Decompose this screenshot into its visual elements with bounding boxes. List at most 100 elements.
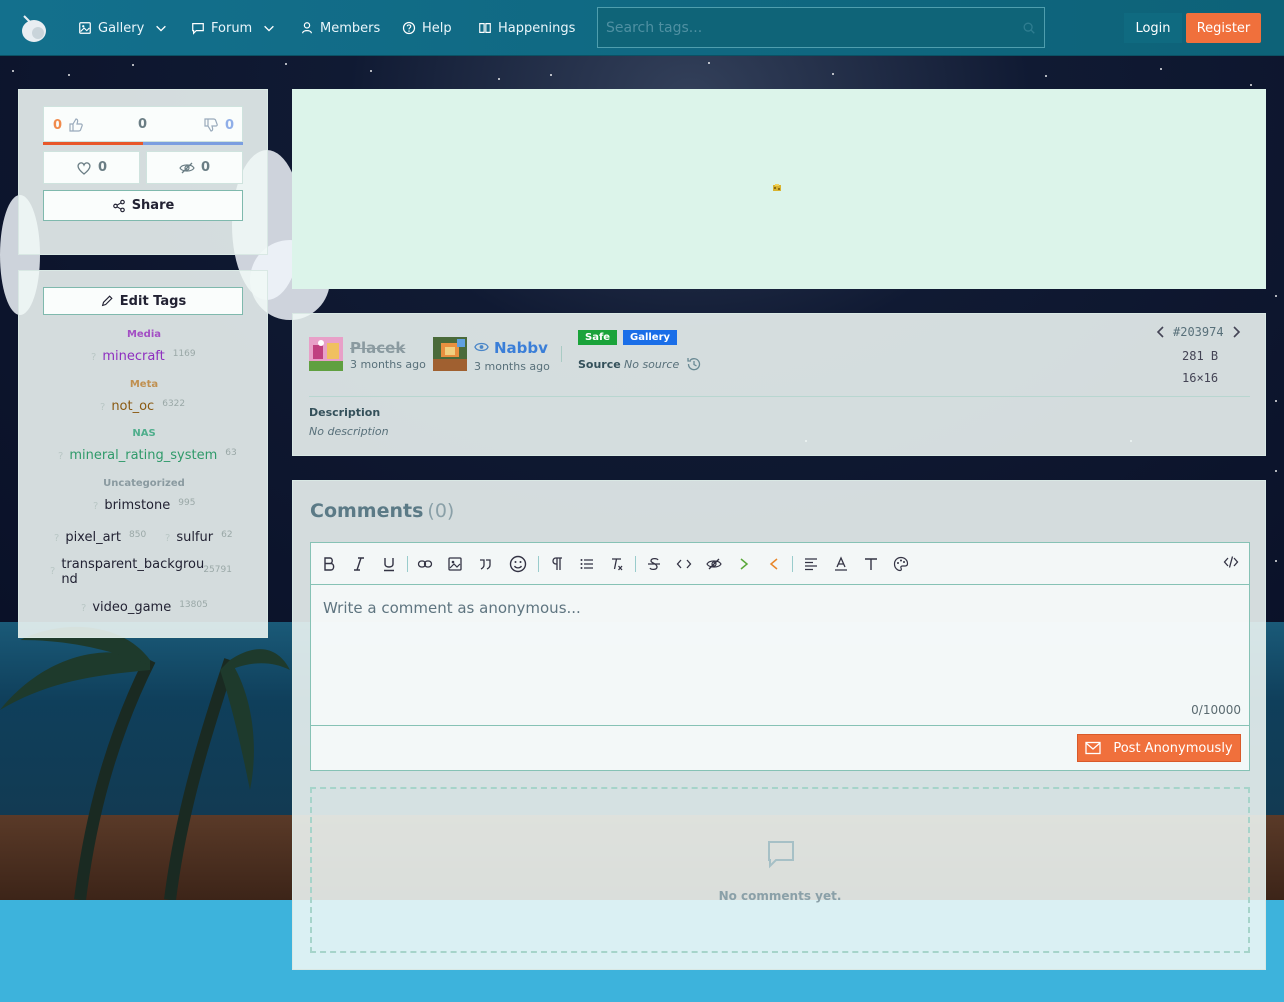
underline-icon[interactable] bbox=[381, 556, 397, 572]
tag-name[interactable]: brimstone bbox=[104, 498, 170, 513]
image-icon[interactable] bbox=[447, 556, 463, 572]
source-code-toggle-icon[interactable] bbox=[1223, 554, 1239, 570]
emoji-icon[interactable] bbox=[509, 555, 527, 573]
tag-item[interactable]: ? sulfur 62 bbox=[165, 530, 233, 545]
palette-icon[interactable] bbox=[893, 556, 909, 572]
paragraph-icon[interactable] bbox=[549, 556, 565, 572]
tag-help-icon[interactable]: ? bbox=[50, 566, 55, 577]
tag-item[interactable]: ? pixel_art 850 bbox=[54, 530, 146, 545]
post-anonymously-label: Post Anonymously bbox=[1113, 740, 1233, 756]
align-icon[interactable] bbox=[803, 556, 819, 572]
uploader-name[interactable]: Placek bbox=[350, 339, 405, 357]
upvote-button[interactable]: 0 bbox=[53, 117, 84, 133]
font-size-icon[interactable] bbox=[863, 556, 879, 572]
thumbs-up-icon bbox=[69, 118, 83, 132]
post-anonymously-button[interactable]: Post Anonymously bbox=[1077, 734, 1241, 762]
image-viewer[interactable] bbox=[292, 89, 1266, 289]
tag-help-icon[interactable]: ? bbox=[93, 501, 98, 512]
tag-name-line-1: transparent_backgrou bbox=[61, 557, 205, 572]
nav-members-label: Members bbox=[320, 20, 381, 36]
thumbs-down-icon bbox=[204, 118, 218, 132]
tag-item[interactable]: ? minecraft 1169 bbox=[91, 349, 196, 364]
pencil-icon bbox=[101, 295, 113, 307]
tag-item[interactable]: ? not_oc 6322 bbox=[100, 399, 185, 414]
nav-gallery[interactable]: Gallery bbox=[78, 18, 168, 38]
site-logo-icon[interactable] bbox=[18, 12, 50, 44]
tag-name[interactable]: sulfur bbox=[176, 530, 213, 545]
tag-category-media: Media bbox=[126, 329, 162, 340]
tag-name[interactable]: not_oc bbox=[111, 399, 154, 414]
uploader-avatar[interactable] bbox=[309, 337, 343, 371]
nav-forum[interactable]: Forum bbox=[191, 18, 276, 38]
tag-count: 850 bbox=[129, 530, 147, 540]
editor-avatar[interactable] bbox=[433, 337, 467, 371]
tag-name[interactable]: video_game bbox=[92, 600, 171, 615]
orangetext-icon[interactable] bbox=[766, 556, 782, 572]
tag-count: 25791 bbox=[203, 565, 232, 575]
rating-badge[interactable]: Safe bbox=[578, 330, 618, 345]
search-input[interactable] bbox=[606, 19, 1022, 36]
search-icon[interactable] bbox=[1022, 21, 1036, 35]
vote-row: 0 0 0 bbox=[43, 106, 243, 142]
list-icon[interactable] bbox=[579, 556, 595, 572]
tag-help-icon[interactable]: ? bbox=[58, 451, 63, 462]
tag-count: 62 bbox=[221, 530, 233, 540]
tag-item[interactable]: ? video_game 13805 bbox=[81, 600, 208, 615]
favorite-count: 0 bbox=[97, 160, 108, 175]
vote-score: 0 bbox=[138, 117, 148, 132]
tag-name[interactable]: minecraft bbox=[102, 349, 164, 364]
chat-bubble-icon bbox=[192, 23, 204, 35]
share-label: Share bbox=[131, 198, 175, 213]
comments-title: Comments bbox=[310, 500, 424, 522]
book-open-icon bbox=[479, 23, 491, 33]
quote-icon[interactable] bbox=[477, 556, 493, 572]
type-badge[interactable]: Gallery bbox=[623, 330, 678, 345]
link-icon[interactable] bbox=[417, 556, 433, 572]
tag-count: 13805 bbox=[179, 600, 208, 610]
login-button[interactable]: Login bbox=[1124, 13, 1182, 43]
text-color-icon[interactable] bbox=[833, 556, 849, 572]
tag-item[interactable]: ? mineral_rating_system 63 bbox=[58, 448, 237, 463]
tag-item[interactable]: ? brimstone 995 bbox=[93, 498, 195, 513]
italic-icon[interactable] bbox=[351, 556, 367, 572]
history-icon[interactable] bbox=[686, 356, 702, 372]
tag-category-uncategorized: Uncategorized bbox=[103, 478, 185, 489]
nav-members[interactable]: Members bbox=[300, 18, 380, 38]
share-button[interactable]: Share bbox=[43, 190, 243, 221]
tag-name[interactable]: pixel_art bbox=[65, 530, 121, 545]
next-image-icon[interactable] bbox=[1230, 325, 1242, 339]
downvote-button[interactable]: 0 bbox=[203, 117, 234, 133]
tags-panel: Edit Tags Media ? minecraft 1169 Meta ? … bbox=[18, 270, 268, 638]
tag-help-icon[interactable]: ? bbox=[54, 533, 59, 544]
hide-button[interactable]: 0 bbox=[146, 151, 243, 184]
tag-help-icon[interactable]: ? bbox=[91, 352, 96, 363]
greentext-icon[interactable] bbox=[736, 556, 752, 572]
hide-count: 0 bbox=[200, 160, 211, 175]
nav-happenings[interactable]: Happenings bbox=[478, 18, 575, 38]
tag-help-icon[interactable]: ? bbox=[81, 603, 86, 614]
tag-count: 1169 bbox=[172, 349, 196, 359]
register-button[interactable]: Register bbox=[1186, 13, 1261, 43]
previous-image-icon[interactable] bbox=[1155, 325, 1167, 339]
clear-format-icon[interactable] bbox=[609, 556, 625, 572]
tag-help-icon[interactable]: ? bbox=[100, 402, 105, 413]
favorite-button[interactable]: 0 bbox=[43, 151, 140, 184]
comment-textarea[interactable] bbox=[311, 585, 1249, 725]
description-label: Description bbox=[309, 406, 381, 419]
edit-tags-button[interactable]: Edit Tags bbox=[43, 287, 243, 315]
tag-name[interactable]: mineral_rating_system bbox=[69, 448, 217, 463]
code-icon[interactable] bbox=[676, 556, 692, 572]
nav-gallery-label: Gallery bbox=[98, 20, 145, 36]
spoiler-icon[interactable] bbox=[706, 556, 722, 572]
tag-item[interactable]: ? transparent_backgrou nd 25791 bbox=[50, 557, 250, 587]
nav-help[interactable]: Help bbox=[402, 18, 452, 38]
editor-name[interactable]: Nabbv bbox=[494, 339, 548, 357]
help-circle-icon bbox=[402, 21, 416, 35]
editor-toolbar bbox=[311, 543, 1249, 585]
pixel-art-image[interactable] bbox=[771, 183, 783, 193]
bold-icon[interactable] bbox=[321, 556, 337, 572]
tag-help-icon[interactable]: ? bbox=[165, 533, 170, 544]
tag-name[interactable]: transparent_backgrou nd bbox=[61, 557, 204, 587]
strikethrough-icon[interactable] bbox=[646, 556, 662, 572]
edit-tags-label: Edit Tags bbox=[119, 293, 187, 309]
